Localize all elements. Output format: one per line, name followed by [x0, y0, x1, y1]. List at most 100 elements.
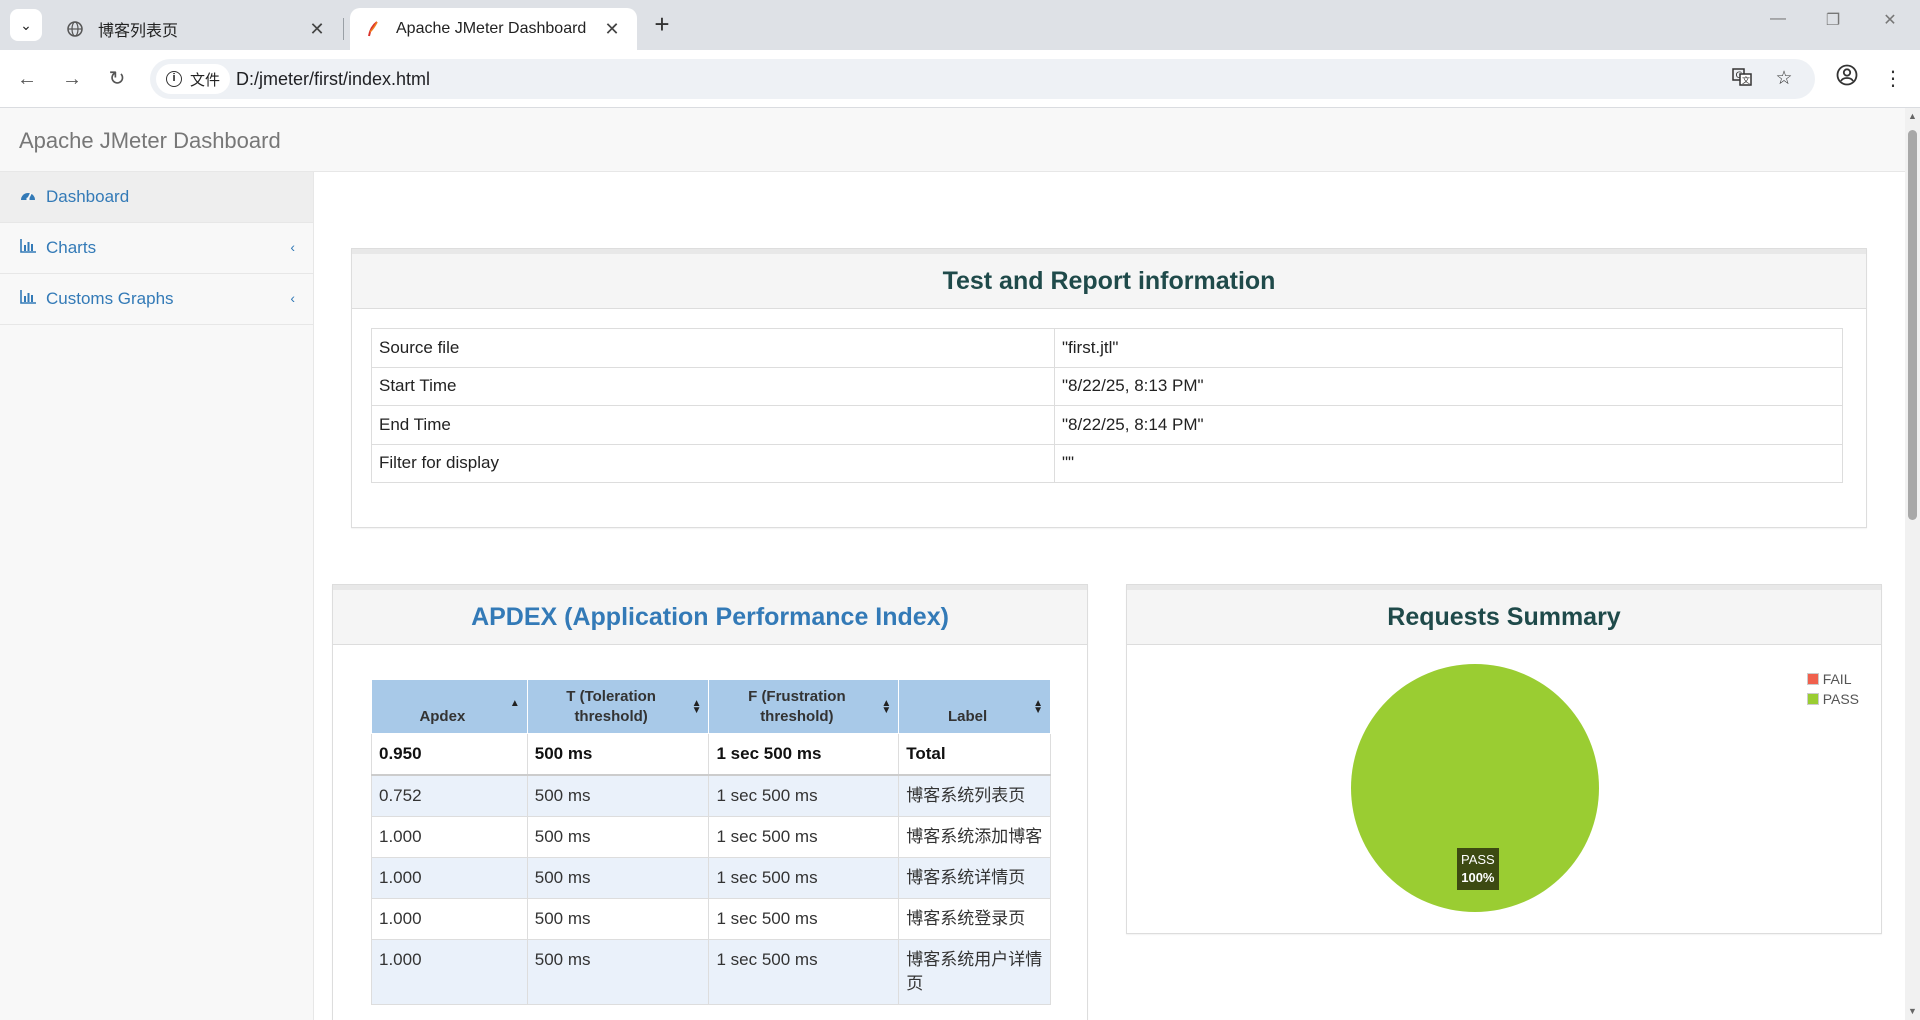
panel-heading: Requests Summary	[1127, 585, 1881, 645]
forward-button[interactable]: →	[57, 64, 87, 94]
legend-item-pass[interactable]: PASS	[1806, 689, 1859, 709]
sidebar-item-dashboard[interactable]: Dashboard	[0, 172, 313, 223]
requests-summary-panel: Requests Summary FAIL PASS PASS 100%	[1126, 584, 1882, 934]
cell-t: 500 ms	[526, 939, 710, 1005]
cell-f: 1 sec 500 ms	[708, 939, 900, 1005]
sidebar-item-label: Customs Graphs	[46, 289, 174, 308]
apdex-table: Apdex ▲ T (Toleration threshold) ▲ ▼ F (Fru…	[371, 679, 1051, 1005]
arrow-left-icon: ←	[17, 68, 37, 90]
bookmark-star-icon[interactable]: ☆	[1772, 67, 1796, 91]
sidebar-item-label: Charts	[46, 238, 97, 257]
requests-pie-chart: FAIL PASS PASS 100%	[1127, 645, 1881, 933]
column-header-label[interactable]: Label ▲ ▼	[898, 679, 1051, 734]
window-close-button[interactable]: ✕	[1870, 10, 1910, 30]
cell-t: 500 ms	[526, 774, 710, 817]
table-row: 1.000 500 ms 1 sec 500 ms 博客系统用户详情页	[371, 939, 1051, 1005]
main-content: Test and Report information Source file …	[314, 172, 1905, 1020]
pie-slice-label: PASS 100%	[1457, 848, 1499, 890]
sort-asc-icon: ▲	[509, 698, 520, 709]
table-row: 1.000 500 ms 1 sec 500 ms 博客系统登录页	[371, 898, 1051, 940]
cell-label: 博客系统详情页	[898, 857, 1051, 899]
sidebar-item-charts[interactable]: Charts ‹	[0, 223, 313, 274]
scroll-down-icon[interactable]: ▼	[1907, 1006, 1918, 1017]
minimize-button[interactable]: —	[1758, 10, 1798, 28]
info-value: "8/22/25, 8:13 PM"	[1054, 366, 1843, 406]
translate-icon[interactable]: G文	[1730, 67, 1754, 91]
column-header-frustration[interactable]: F (Frustration threshold) ▲ ▼	[708, 679, 900, 734]
browser-tabbar: ⌄ 博客列表页 ✕ Apache JMeter Dashboard ✕ + — …	[0, 0, 1920, 50]
cell-t: 500 ms	[526, 816, 710, 858]
profile-icon[interactable]	[1832, 64, 1862, 94]
pie-svg	[1351, 664, 1599, 912]
cell-t: 500 ms	[526, 733, 710, 776]
globe-icon	[66, 20, 84, 38]
sort-both-icon: ▲ ▼	[691, 698, 702, 716]
cell-label: 博客系统添加博客	[898, 816, 1051, 858]
legend-item-fail[interactable]: FAIL	[1806, 669, 1859, 689]
apdex-panel: APDEX (Application Performance Index) Ap…	[332, 584, 1088, 1020]
legend-swatch	[1806, 693, 1819, 705]
header-label: F (Frustration threshold)	[748, 688, 846, 725]
legend-label: FAIL	[1822, 671, 1852, 687]
chart-legend: FAIL PASS	[1806, 669, 1859, 709]
cell-f: 1 sec 500 ms	[708, 898, 900, 940]
page-viewport: Apache JMeter Dashboard Dashboard Charts…	[0, 108, 1905, 1020]
info-icon: i	[166, 71, 182, 87]
column-header-apdex[interactable]: Apdex ▲	[371, 679, 528, 734]
bar-chart-icon	[20, 290, 38, 308]
browser-tab-blog-list[interactable]: 博客列表页 ✕	[52, 8, 342, 50]
scrollbar-thumb[interactable]	[1908, 130, 1917, 520]
column-header-toleration[interactable]: T (Toleration threshold) ▲ ▼	[526, 679, 710, 734]
dashboard-icon	[20, 188, 38, 206]
sidebar-item-customs-graphs[interactable]: Customs Graphs ‹	[0, 274, 313, 325]
cell-f: 1 sec 500 ms	[708, 774, 900, 817]
info-key: End Time	[371, 405, 1055, 445]
url-text[interactable]: D:/jmeter/first/index.html	[236, 69, 430, 90]
reload-button[interactable]: ↻	[102, 64, 132, 94]
info-key: Start Time	[371, 366, 1055, 406]
new-tab-button[interactable]: +	[648, 11, 676, 39]
close-icon[interactable]: ✕	[601, 19, 623, 40]
info-value: ""	[1054, 443, 1843, 483]
panel-heading: Test and Report information	[352, 249, 1866, 309]
table-row: End Time "8/22/25, 8:14 PM"	[371, 405, 1843, 445]
info-key: Source file	[371, 328, 1055, 368]
info-table: Source file "first.jtl" Start Time "8/22…	[371, 328, 1843, 483]
cell-label: 博客系统用户详情页	[898, 939, 1051, 1005]
site-chip-label: 文件	[190, 71, 221, 89]
restore-button[interactable]: ❐	[1813, 10, 1853, 30]
slice-label-pct: 100%	[1461, 870, 1495, 885]
arrow-right-icon: →	[62, 68, 82, 90]
reload-icon: ↻	[108, 68, 126, 90]
info-value: "first.jtl"	[1054, 328, 1843, 368]
scroll-up-icon[interactable]: ▲	[1907, 111, 1918, 122]
test-report-info-panel: Test and Report information Source file …	[351, 248, 1867, 528]
chevron-left-icon: ‹	[290, 239, 295, 255]
cell-label: 博客系统登录页	[898, 898, 1051, 940]
table-row: 1.000 500 ms 1 sec 500 ms 博客系统添加博客	[371, 816, 1051, 858]
cell-f: 1 sec 500 ms	[708, 816, 900, 858]
brand-title[interactable]: Apache JMeter Dashboard	[19, 128, 281, 154]
table-row: Filter for display ""	[371, 443, 1843, 483]
page-scrollbar[interactable]: ▲ ▼	[1905, 108, 1920, 1020]
address-bar[interactable]: i 文件 D:/jmeter/first/index.html G文 ☆	[150, 59, 1815, 99]
table-row: Source file "first.jtl"	[371, 328, 1843, 368]
cell-apdex: 1.000	[371, 939, 528, 1005]
back-button[interactable]: ←	[12, 64, 42, 94]
legend-label: PASS	[1822, 691, 1859, 707]
menu-kebab-icon[interactable]: ⋮	[1878, 64, 1908, 94]
browser-tab-jmeter[interactable]: Apache JMeter Dashboard ✕	[350, 8, 637, 50]
table-header-row: Apdex ▲ T (Toleration threshold) ▲ ▼ F (Fru…	[371, 679, 1051, 734]
cell-t: 500 ms	[526, 898, 710, 940]
table-row: 1.000 500 ms 1 sec 500 ms 博客系统详情页	[371, 857, 1051, 899]
sort-both-icon: ▲ ▼	[1033, 698, 1043, 716]
cell-t: 500 ms	[526, 857, 710, 899]
table-row: 0.752 500 ms 1 sec 500 ms 博客系统列表页	[371, 774, 1051, 817]
close-icon[interactable]: ✕	[306, 19, 328, 40]
cell-apdex: 0.950	[371, 733, 528, 776]
tab-search-button[interactable]: ⌄	[10, 9, 42, 41]
browser-toolbar: ← → ↻ i 文件 D:/jmeter/first/index.html G文…	[0, 50, 1920, 108]
site-info-chip[interactable]: i 文件	[156, 64, 231, 94]
cell-apdex: 1.000	[371, 857, 528, 899]
panel-title: Test and Report information	[942, 267, 1276, 295]
